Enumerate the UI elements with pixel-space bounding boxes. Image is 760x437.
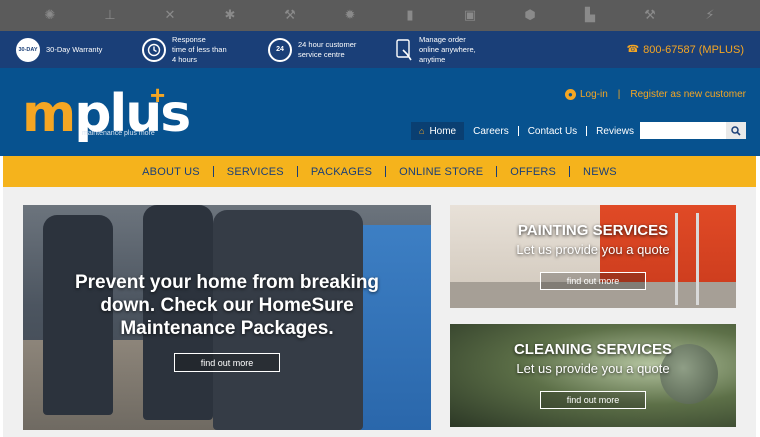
painting-title: PAINTING SERVICES	[517, 222, 669, 239]
warranty-info: 30-DAY 30-Day Warranty	[16, 31, 102, 68]
service-centre-info: 24 24 hour customer service centre	[268, 31, 356, 68]
tools-icon[interactable]: ✕	[160, 9, 180, 22]
phone-icon: ☎	[626, 44, 640, 55]
online-order-info: Manage order online anywhere, anytime	[395, 31, 476, 68]
painting-services-promo[interactable]: PAINTING SERVICES Let us provide you a q…	[450, 205, 736, 308]
tablet-hand-icon	[395, 38, 413, 62]
response-info: Response time of less than 4 hours	[142, 31, 227, 68]
cleaning-find-out-more-button[interactable]: find out more	[540, 391, 646, 409]
painting-subtitle: Let us provide you a quote	[516, 242, 670, 257]
user-icon: ●	[564, 89, 576, 100]
warranty-text: 30-Day Warranty	[46, 44, 103, 54]
service-centre-text: 24 hour customer service centre	[298, 39, 357, 59]
nav-contact-us[interactable]: Contact Us	[519, 122, 586, 140]
painting-find-out-more-button[interactable]: find out more	[540, 272, 646, 290]
online-order-text: Manage order online anywhere, anytime	[419, 34, 476, 64]
nav-services[interactable]: SERVICES	[214, 166, 297, 178]
logo-tagline: maintenance plus more	[82, 130, 155, 137]
nav-careers[interactable]: Careers	[464, 122, 518, 140]
logo-plus-mark: +	[150, 80, 166, 110]
nav-home[interactable]: ⌂ Home	[411, 122, 465, 140]
auth-links: ● Log-in | Register as new customer	[564, 89, 746, 100]
paint-bucket-icon[interactable]: ▙	[580, 9, 600, 22]
warranty-badge-icon: 30-DAY	[16, 37, 40, 62]
bulb-icon[interactable]: ✹	[340, 9, 360, 22]
mplus-logo[interactable]: mplus + maintenance plus more	[22, 82, 191, 148]
nav-about-us[interactable]: ABOUT US	[129, 166, 213, 178]
paint-roller-icon[interactable]: ⬢	[520, 9, 540, 22]
wrench-icon[interactable]: ⚒	[280, 9, 300, 22]
search-button[interactable]	[726, 122, 746, 139]
hero-banner: Prevent your home from breaking down. Ch…	[23, 205, 431, 430]
secondary-nav: ⌂ Home Careers Contact Us Reviews	[411, 122, 643, 140]
info-bar: 30-DAY 30-Day Warranty Response time of …	[0, 31, 760, 68]
service-icon-strip: ✺ ⊥ ✕ ✱ ⚒ ✹ ▮ ▣ ⬢ ▙ ⚒ ⚡	[0, 0, 760, 31]
nav-news[interactable]: NEWS	[570, 166, 630, 178]
nav-packages[interactable]: PACKAGES	[298, 166, 385, 178]
cleaning-subtitle: Let us provide you a quote	[516, 361, 670, 376]
search-input[interactable]	[640, 122, 726, 139]
search-icon	[731, 125, 741, 136]
phone-link[interactable]: ☎ 800-67587 (MPLUS)	[627, 31, 744, 68]
register-link[interactable]: Register as new customer	[630, 89, 746, 100]
speaker-icon[interactable]: ▣	[460, 9, 480, 22]
ac-fan-icon[interactable]: ✺	[40, 9, 60, 22]
cleaning-title: CLEANING SERVICES	[513, 341, 673, 358]
cleaning-services-promo[interactable]: CLEANING SERVICES Let us provide you a q…	[450, 324, 736, 427]
home-icon: ⌂	[419, 126, 425, 136]
clock-icon	[142, 37, 166, 62]
hero-headline: Prevent your home from breaking down. Ch…	[74, 272, 380, 339]
search-box	[640, 122, 746, 139]
pest-icon[interactable]: ✱	[220, 9, 240, 22]
main-nav: ABOUT US SERVICES PACKAGES ONLINE STORE …	[3, 156, 756, 187]
faucet-icon[interactable]: ⊥	[100, 9, 120, 22]
nav-reviews[interactable]: Reviews	[587, 122, 643, 140]
hammer-icon[interactable]: ⚒	[640, 9, 660, 22]
24-hour-icon: 24	[268, 37, 292, 62]
nav-home-label: Home	[429, 125, 457, 137]
nav-online-store[interactable]: ONLINE STORE	[386, 166, 496, 178]
auth-separator: |	[617, 89, 621, 100]
phone-number: 800-67587 (MPLUS)	[643, 43, 744, 56]
site-header: mplus + maintenance plus more ● Log-in |…	[0, 68, 760, 156]
response-text: Response time of less than 4 hours	[172, 34, 227, 64]
nav-offers[interactable]: OFFERS	[497, 166, 569, 178]
hero-find-out-more-button[interactable]: find out more	[174, 353, 280, 372]
login-link[interactable]: Log-in	[580, 89, 608, 100]
lightning-icon[interactable]: ⚡	[700, 9, 720, 22]
drill-icon[interactable]: ▮	[400, 9, 420, 22]
